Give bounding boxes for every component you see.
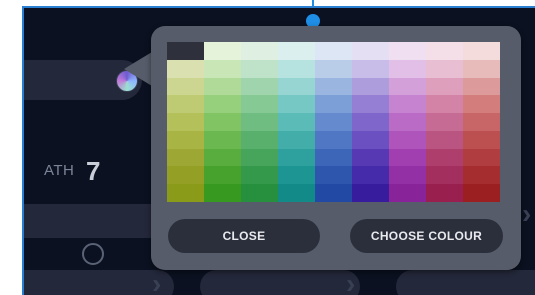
colour-swatch[interactable] [278, 130, 315, 149]
colour-swatch[interactable] [426, 95, 463, 114]
colour-swatch[interactable] [278, 148, 315, 167]
background-bar [396, 270, 535, 295]
colour-swatch[interactable] [426, 59, 463, 78]
colour-swatch[interactable] [463, 42, 500, 60]
colour-swatch[interactable] [389, 184, 426, 202]
colour-swatch[interactable] [426, 130, 463, 149]
colour-swatch[interactable] [389, 95, 426, 114]
chevron-right-icon: › [346, 268, 356, 295]
colour-swatch[interactable] [278, 113, 315, 131]
colour-swatch[interactable] [204, 166, 241, 185]
colour-swatch[interactable] [352, 113, 389, 131]
colour-swatch[interactable] [352, 184, 389, 202]
colour-swatch[interactable] [389, 42, 426, 60]
colour-swatch[interactable] [278, 184, 315, 202]
colour-swatch[interactable] [315, 42, 352, 60]
colour-swatch[interactable] [463, 95, 500, 114]
colour-swatch[interactable] [278, 59, 315, 78]
colour-swatch[interactable] [204, 95, 241, 114]
colour-swatch[interactable] [241, 59, 278, 78]
colour-swatch[interactable] [315, 77, 352, 96]
colour-swatch[interactable] [352, 148, 389, 167]
colour-swatch[interactable] [426, 77, 463, 96]
colour-swatch[interactable] [204, 77, 241, 96]
colour-swatch[interactable] [352, 42, 389, 60]
colour-swatch[interactable] [389, 113, 426, 131]
colour-swatch[interactable] [315, 59, 352, 78]
colour-swatch[interactable] [204, 148, 241, 167]
colour-swatch[interactable] [352, 77, 389, 96]
colour-swatch[interactable] [204, 130, 241, 149]
colour-swatch[interactable] [241, 148, 278, 167]
path-label: ATH [44, 162, 75, 179]
colour-swatch[interactable] [241, 95, 278, 114]
colour-swatch[interactable] [204, 184, 241, 202]
colour-swatch[interactable] [389, 130, 426, 149]
colour-palette-grid [167, 42, 500, 202]
colour-swatch[interactable] [463, 148, 500, 167]
colour-swatch[interactable] [426, 148, 463, 167]
colour-swatch[interactable] [389, 148, 426, 167]
colour-swatch[interactable] [315, 95, 352, 114]
colour-swatch[interactable] [426, 42, 463, 60]
colour-swatch[interactable] [463, 130, 500, 149]
chevron-right-icon: › [152, 268, 162, 295]
colour-swatch[interactable] [389, 59, 426, 78]
colour-swatch[interactable] [241, 130, 278, 149]
colour-swatch[interactable] [204, 113, 241, 131]
colour-swatch[interactable] [426, 184, 463, 202]
colour-swatch[interactable] [167, 59, 204, 78]
background-bar [200, 270, 360, 295]
colour-swatch[interactable] [241, 184, 278, 202]
radio-circle-icon[interactable] [82, 243, 104, 265]
colour-swatch[interactable] [352, 95, 389, 114]
colour-swatch[interactable] [389, 77, 426, 96]
colour-swatch[interactable] [315, 113, 352, 131]
colour-swatch[interactable] [352, 130, 389, 149]
colour-swatch[interactable] [389, 166, 426, 185]
colour-swatch[interactable] [463, 184, 500, 202]
colour-swatch[interactable] [167, 77, 204, 96]
colour-swatch[interactable] [315, 184, 352, 202]
colour-swatch[interactable] [463, 77, 500, 96]
colour-swatch[interactable] [167, 166, 204, 185]
choose-colour-button[interactable]: CHOOSE COLOUR [350, 219, 503, 253]
colour-swatch[interactable] [167, 113, 204, 131]
path-number: 7 [86, 156, 101, 186]
colour-swatch[interactable] [241, 166, 278, 185]
colour-swatch[interactable] [278, 95, 315, 114]
colour-swatch[interactable] [167, 148, 204, 167]
colour-swatch[interactable] [278, 42, 315, 60]
colour-swatch[interactable] [463, 113, 500, 131]
colour-swatch[interactable] [167, 42, 204, 60]
colour-swatch[interactable] [426, 166, 463, 185]
colour-swatch[interactable] [167, 130, 204, 149]
popup-pointer [124, 52, 152, 86]
close-button[interactable]: CLOSE [168, 219, 320, 253]
colour-swatch[interactable] [352, 59, 389, 78]
colour-picker-popup: CLOSE CHOOSE COLOUR [151, 26, 521, 270]
colour-swatch[interactable] [463, 59, 500, 78]
colour-swatch[interactable] [315, 166, 352, 185]
colour-swatch[interactable] [426, 113, 463, 131]
colour-swatch[interactable] [463, 166, 500, 185]
colour-swatch[interactable] [241, 77, 278, 96]
colour-swatch[interactable] [278, 77, 315, 96]
colour-swatch[interactable] [241, 42, 278, 60]
colour-swatch[interactable] [315, 130, 352, 149]
colour-swatch[interactable] [167, 95, 204, 114]
colour-swatch[interactable] [241, 113, 278, 131]
colour-swatch[interactable] [167, 184, 204, 202]
colour-swatch[interactable] [315, 148, 352, 167]
colour-swatch[interactable] [278, 166, 315, 185]
colour-swatch[interactable] [204, 59, 241, 78]
colour-swatch[interactable] [204, 42, 241, 60]
chevron-right-icon: › [522, 198, 532, 229]
colour-swatch[interactable] [352, 166, 389, 185]
